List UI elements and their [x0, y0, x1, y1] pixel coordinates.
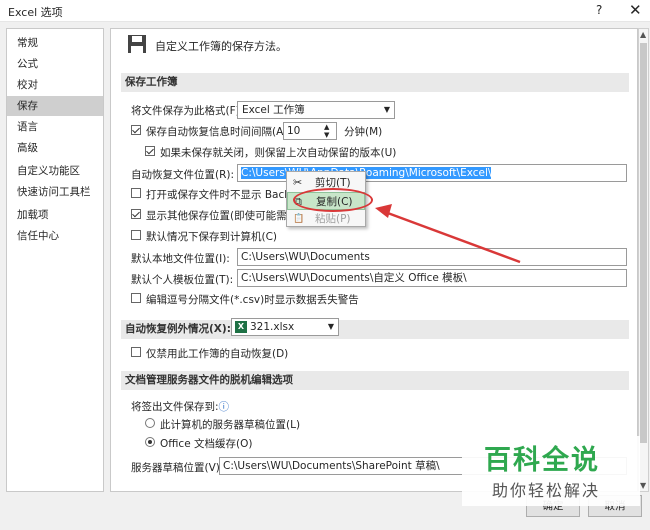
watermark: 百科全说 助你轻松解决	[462, 436, 640, 506]
paste-icon: 📋	[293, 214, 305, 224]
paste-label: 粘贴(P)	[315, 213, 351, 225]
watermark-subtitle: 助你轻松解决	[492, 481, 601, 500]
menu-item-paste: 📋 粘贴(P)	[287, 210, 365, 228]
annotation-ellipse	[293, 188, 373, 212]
scissors-icon: ✂	[293, 176, 303, 189]
watermark-title: 百科全说	[484, 445, 600, 476]
